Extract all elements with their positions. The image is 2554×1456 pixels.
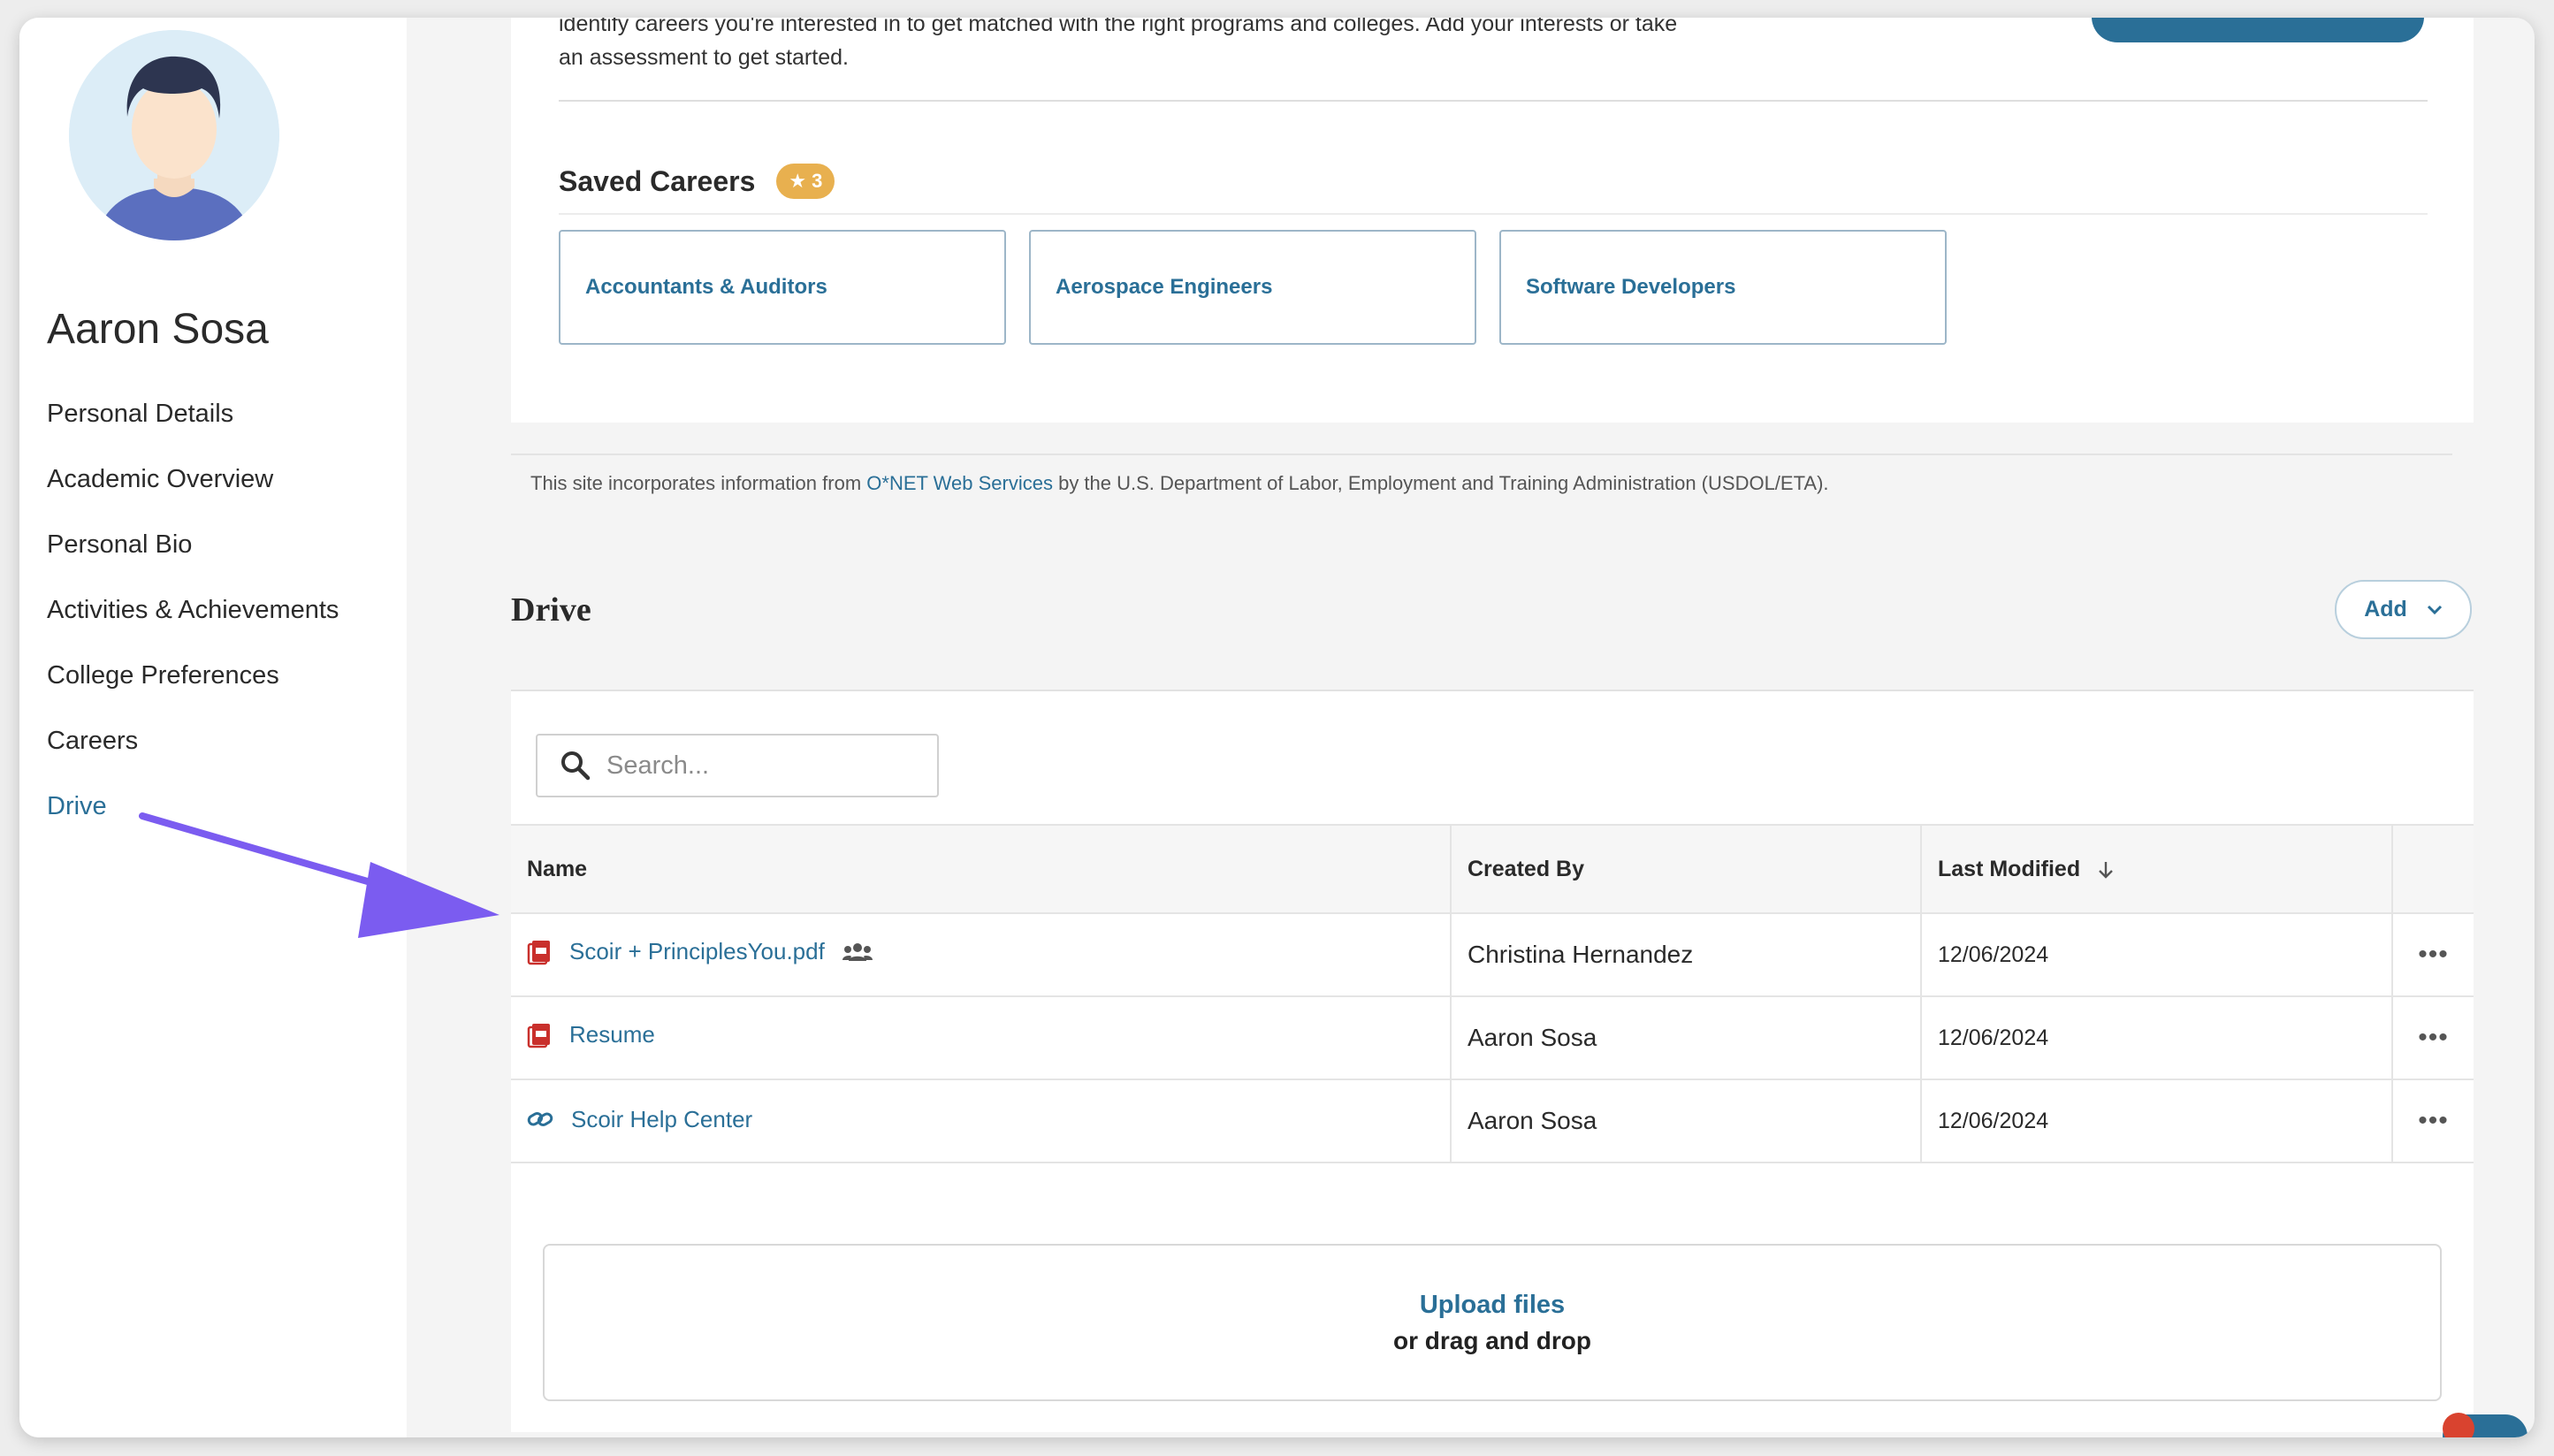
app-window: Aaron Sosa Personal Details Academic Ove…	[19, 18, 2535, 1437]
careers-intro-line-2: an assessment to get started.	[559, 45, 849, 70]
last-modified-label: Last Modified	[1938, 856, 2081, 881]
table-row: Resume Aaron Sosa 12/06/2024 •••	[511, 996, 2474, 1080]
footnote-suffix: by the U.S. Department of Labor, Employm…	[1052, 472, 1829, 494]
career-card-software[interactable]: Software Developers	[1499, 230, 1947, 345]
drive-panel: Name Created By Last Modified	[511, 690, 2474, 1432]
last-modified-cell: 12/06/2024	[1920, 996, 2392, 1080]
footnote-prefix: This site incorporates information from	[530, 472, 867, 494]
careers-intro-line-1: identify careers you're interested in to…	[559, 18, 1678, 36]
more-options-icon[interactable]: •••	[2391, 1079, 2474, 1163]
add-dropdown-button[interactable]: Add	[2335, 580, 2472, 639]
file-name-cell: Scoir + PrinciplesYou.pdf	[511, 913, 1451, 997]
annotation-arrow-icon	[139, 812, 499, 938]
saved-count: 3	[812, 170, 823, 192]
column-header-actions	[2391, 824, 2474, 914]
more-options-icon[interactable]: •••	[2391, 913, 2474, 997]
shared-users-icon	[842, 942, 873, 961]
file-link[interactable]: Scoir + PrinciplesYou.pdf	[527, 938, 873, 965]
saved-count-badge: ★ 3	[776, 164, 835, 199]
drive-table: Name Created By Last Modified Scoir + Pr…	[511, 824, 2474, 1163]
add-label: Add	[2364, 597, 2407, 621]
sort-arrow-down-icon[interactable]	[2097, 860, 2115, 880]
onet-attribution: This site incorporates information from …	[530, 472, 1829, 495]
careers-intro: identify careers you're interested in to…	[559, 18, 1779, 74]
file-name: Scoir Help Center	[571, 1105, 753, 1132]
divider	[559, 100, 2428, 102]
upload-files-link[interactable]: Upload files	[1420, 1291, 1565, 1320]
search-input[interactable]	[606, 751, 898, 781]
last-modified-cell: 12/06/2024	[1920, 913, 2392, 997]
nav-item-activities-achievements[interactable]: Activities & Achievements	[47, 592, 339, 658]
upload-dropzone[interactable]: Upload files or drag and drop	[543, 1244, 2442, 1401]
career-card-aerospace[interactable]: Aerospace Engineers	[1029, 230, 1476, 345]
column-header-created-by[interactable]: Created By	[1450, 824, 1921, 914]
divider	[559, 213, 2428, 215]
file-link[interactable]: Resume	[527, 1021, 655, 1048]
search-icon	[561, 751, 591, 781]
created-by-cell: Christina Hernandez	[1450, 913, 1921, 997]
column-header-name[interactable]: Name	[511, 824, 1451, 914]
nav-item-personal-details[interactable]: Personal Details	[47, 396, 339, 461]
avatar	[69, 30, 279, 240]
careers-card: identify careers you're interested in to…	[511, 18, 2474, 423]
table-row: Scoir Help Center Aaron Sosa 12/06/2024 …	[511, 1079, 2474, 1163]
chevron-down-icon	[2427, 605, 2442, 614]
file-link[interactable]: Scoir Help Center	[527, 1106, 752, 1133]
assessment-button[interactable]	[2092, 18, 2424, 42]
saved-careers-title: Saved Careers	[559, 164, 756, 197]
file-name-cell: Resume	[511, 996, 1451, 1080]
pdf-icon	[527, 940, 550, 964]
star-icon: ★	[789, 170, 807, 192]
nav-item-academic-overview[interactable]: Academic Overview	[47, 461, 339, 527]
link-icon	[527, 1112, 553, 1127]
user-name: Aaron Sosa	[47, 306, 269, 353]
more-options-icon[interactable]: •••	[2391, 996, 2474, 1080]
divider	[511, 454, 2452, 455]
last-modified-cell: 12/06/2024	[1920, 1079, 2392, 1163]
nav-item-personal-bio[interactable]: Personal Bio	[47, 527, 339, 592]
saved-careers-heading: Saved Careers ★ 3	[559, 164, 835, 199]
table-row: Scoir + PrinciplesYou.pdf Christina Hern…	[511, 913, 2474, 997]
pdf-icon	[527, 1023, 550, 1048]
column-header-last-modified[interactable]: Last Modified	[1920, 824, 2392, 914]
created-by-cell: Aaron Sosa	[1450, 996, 1921, 1080]
table-header-row: Name Created By Last Modified	[511, 824, 2474, 914]
drive-title: Drive	[511, 591, 591, 629]
created-by-cell: Aaron Sosa	[1450, 1079, 1921, 1163]
file-name: Scoir + PrinciplesYou.pdf	[569, 938, 825, 965]
search-box[interactable]	[536, 734, 939, 797]
main-content: identify careers you're interested in to…	[407, 18, 2535, 1437]
profile-nav: Personal Details Academic Overview Perso…	[47, 396, 339, 854]
drag-drop-hint: or drag and drop	[1393, 1326, 1591, 1354]
file-name-cell: Scoir Help Center	[511, 1079, 1451, 1163]
notification-dot	[2443, 1413, 2474, 1437]
career-card-accountants[interactable]: Accountants & Auditors	[559, 230, 1006, 345]
nav-item-careers[interactable]: Careers	[47, 723, 339, 789]
nav-item-college-preferences[interactable]: College Preferences	[47, 658, 339, 723]
file-name: Resume	[569, 1021, 655, 1048]
profile-sidebar: Aaron Sosa Personal Details Academic Ove…	[19, 18, 407, 1437]
onet-link[interactable]: O*NET Web Services	[866, 472, 1053, 494]
